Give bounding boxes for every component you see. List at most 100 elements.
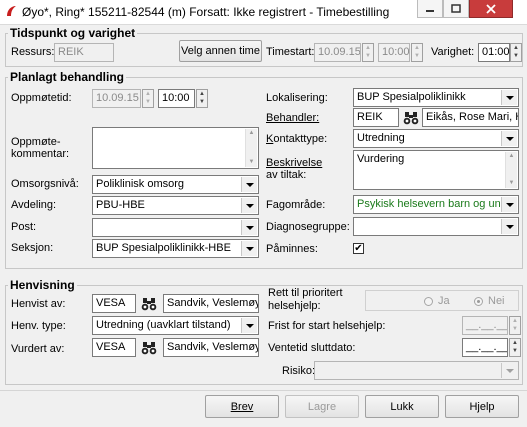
app-logo-icon: [7, 6, 16, 16]
tidspunkt-group-title: Tidspunkt og varighet: [8, 26, 138, 40]
fagomrade-select[interactable]: Psykisk helsevern barn og ung: [353, 195, 519, 214]
behandler-name-field: Eikås, Rose Mari, H: [422, 108, 519, 127]
lokalisering-select[interactable]: BUP Spesialpoliklinikk: [353, 88, 519, 107]
behandler-code-field[interactable]: REIK: [353, 108, 399, 127]
chevron-down-icon: [241, 241, 257, 256]
ressurs-label: Ressurs:: [11, 46, 55, 58]
henvist-av-name-field: Sandvik, Veslemøy,: [163, 294, 259, 313]
hjelp-button-label: Hjelp: [469, 400, 495, 413]
omsorgsniva-label: Omsorgsnivå:: [11, 178, 79, 190]
maximize-button[interactable]: [443, 0, 469, 18]
chevron-down-icon: [241, 198, 257, 213]
timestart-time-field: 10:00: [378, 43, 410, 62]
maximize-icon: [451, 3, 461, 13]
behandler-search-button[interactable]: [401, 108, 421, 127]
post-select[interactable]: [92, 218, 259, 237]
oppmote-date-spinner: ▲ ▼: [142, 89, 154, 108]
lagre-button: Lagre: [285, 395, 359, 418]
frist-label: Frist for start helsehjelp:: [268, 320, 386, 332]
beskrivelse-scrollbar[interactable]: ▲ ▼: [505, 152, 517, 188]
seksjon-select[interactable]: BUP Spesialpoliklinikk-HBE: [92, 239, 259, 258]
ventetid-label: Ventetid sluttdato:: [268, 342, 356, 354]
behandler-label: Behandler:: [266, 112, 320, 124]
henv-type-label: Henv. type:: [11, 320, 66, 332]
title-bar: Øyo*, Ring* 155211-82544 (m) Forsatt: Ik…: [0, 0, 527, 25]
avdeling-select[interactable]: PBU-HBE: [92, 196, 259, 215]
post-label: Post:: [11, 221, 37, 233]
omsorgsniva-select[interactable]: Poliklinisk omsorg: [92, 175, 259, 194]
oppmote-time-field[interactable]: 10:00: [158, 89, 195, 108]
minimize-icon: [426, 9, 434, 12]
ressurs-field: REIK: [54, 43, 114, 62]
lukk-button[interactable]: Lukk: [365, 395, 439, 418]
close-button[interactable]: [469, 0, 513, 18]
vurdert-av-name-field: Sandvik, Veslemøy,: [163, 338, 259, 357]
henvist-av-label: Henvist av:: [11, 298, 66, 310]
oppmote-kommentar-textarea[interactable]: ▲ ▼: [92, 127, 259, 169]
chevron-down-icon: [501, 90, 517, 105]
oppmote-time-spinner[interactable]: ▲ ▼: [196, 89, 208, 108]
kommentar-scrollbar[interactable]: ▲ ▼: [245, 129, 257, 167]
chevron-down-icon: [241, 220, 257, 235]
henvist-av-search-button[interactable]: [139, 294, 159, 313]
kontakttype-value: Utredning: [357, 132, 405, 144]
fagomrade-label: Fagområde:: [266, 199, 326, 211]
chevron-down-icon: [501, 219, 517, 234]
lukk-button-label: Lukk: [390, 400, 414, 413]
timestart-date-spinner: ▲ ▼: [362, 43, 374, 62]
rett-label-line2: helsehjelp:: [268, 300, 321, 312]
velg-annen-time-button[interactable]: Velg annen time: [179, 40, 262, 62]
planlagt-group-title: Planlagt behandling: [8, 70, 127, 84]
henvist-av-code-field[interactable]: VESA: [92, 294, 136, 313]
nei-label: Nei: [488, 295, 505, 307]
paminnes-label: Påminnes:: [266, 243, 318, 255]
chevron-down-icon: [501, 131, 517, 146]
lokalisering-value: BUP Spesialpoliklinikk: [357, 91, 466, 103]
henv-type-select[interactable]: Utredning (uavklart tilstand): [92, 316, 259, 335]
risiko-label: Risiko:: [282, 365, 316, 377]
oppmote-date-field: 10.09.15: [92, 89, 141, 108]
minimize-button[interactable]: [417, 0, 443, 18]
chevron-down-icon: [501, 363, 517, 378]
brev-button-label: Brev: [230, 400, 254, 413]
lagre-button-label: Lagre: [307, 400, 337, 413]
rett-label-line1: Rett til prioritert: [268, 287, 343, 299]
henv-type-value: Utredning (uavklart tilstand): [96, 319, 231, 331]
chevron-down-icon: [241, 318, 257, 333]
vurdert-av-label: Vurdert av:: [11, 343, 65, 355]
vurdert-av-search-button[interactable]: [139, 338, 159, 357]
timestart-time-spinner: ▲ ▼: [411, 43, 423, 62]
fagomrade-value: Psykisk helsevern barn og ung: [357, 198, 500, 210]
varighet-spinner[interactable]: ▲ ▼: [510, 43, 522, 62]
omsorgsniva-value: Poliklinisk omsorg: [96, 178, 185, 190]
avdeling-label: Avdeling:: [11, 199, 57, 211]
ja-radio[interactable]: [424, 297, 433, 306]
beskrivelse-text: Vurdering: [357, 153, 405, 165]
binoculars-icon: [403, 111, 419, 124]
beskrivelse-textarea[interactable]: Vurdering ▲ ▼: [353, 150, 519, 190]
chevron-down-icon: [241, 177, 257, 192]
brev-button[interactable]: Brev: [205, 395, 279, 418]
lokalisering-label: Lokalisering:: [266, 92, 328, 104]
ventetid-spinner[interactable]: ▲ ▼: [509, 338, 521, 357]
nei-radio[interactable]: [474, 297, 483, 306]
diagnosegruppe-select[interactable]: [353, 217, 519, 236]
avdeling-value: PBU-HBE: [96, 199, 145, 211]
beskrivelse-label-line1: Beskrivelse: [266, 157, 323, 169]
checkmark-icon: ✔: [354, 242, 363, 254]
kontakttype-select[interactable]: Utredning: [353, 129, 519, 148]
seksjon-label: Seksjon:: [11, 242, 54, 254]
varighet-field[interactable]: 01:00: [478, 43, 510, 62]
ja-label: Ja: [438, 295, 450, 307]
close-icon: [486, 3, 496, 14]
vurdert-av-code-field[interactable]: VESA: [92, 338, 136, 357]
hjelp-button[interactable]: Hjelp: [445, 395, 519, 418]
henvisning-group-title: Henvisning: [8, 278, 77, 292]
diagnosegruppe-label: Diagnosegruppe:: [266, 221, 350, 233]
paminnes-checkbox[interactable]: ✔: [353, 243, 364, 254]
kontakttype-label: Kontakttype:: [266, 133, 328, 145]
ventetid-field[interactable]: __.__.__: [462, 338, 508, 357]
seksjon-value: BUP Spesialpoliklinikk-HBE: [96, 242, 231, 254]
frist-field: __.__.__: [462, 316, 508, 335]
binoculars-icon: [141, 297, 157, 310]
